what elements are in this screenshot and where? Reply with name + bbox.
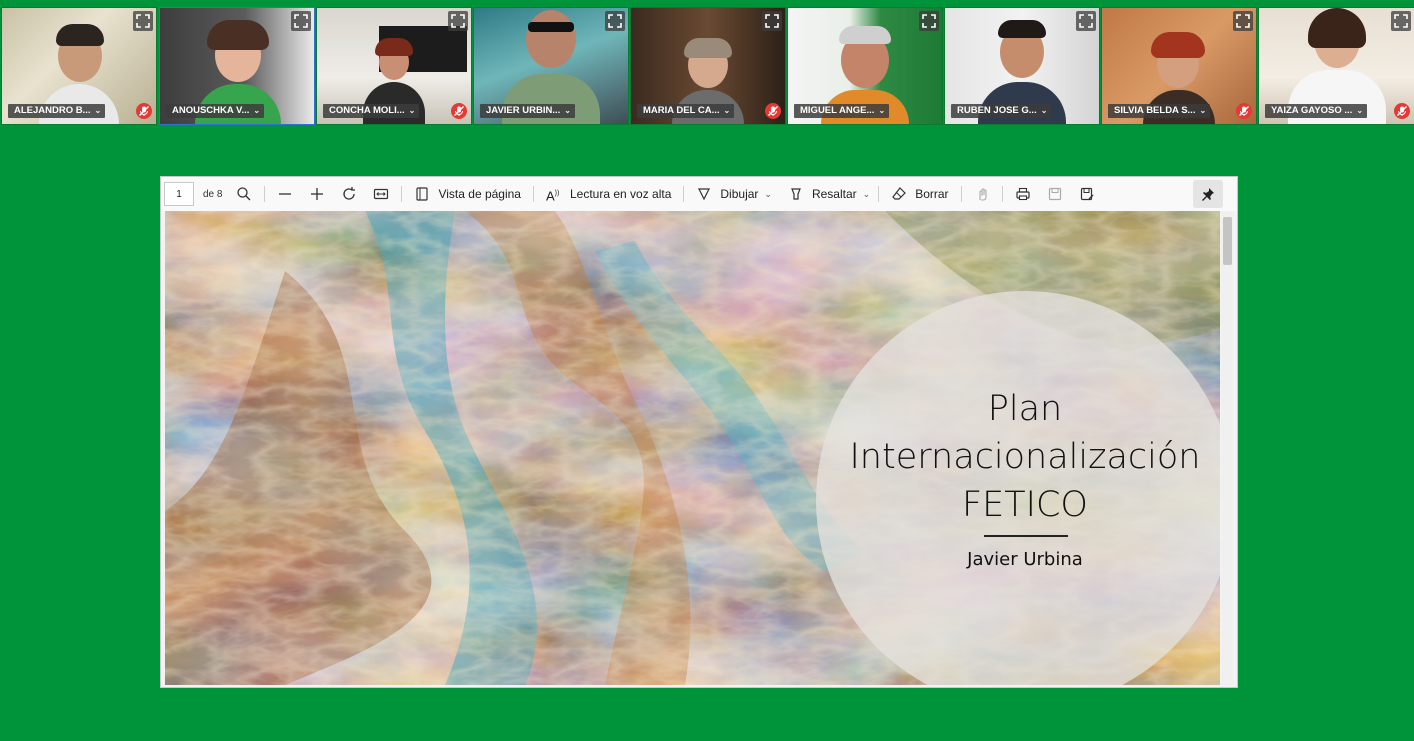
hand-icon xyxy=(978,188,987,201)
chevron-down-icon: ⌄ xyxy=(408,106,416,115)
expand-icon[interactable] xyxy=(291,11,311,31)
chevron-down-icon: ⌄ xyxy=(723,106,731,115)
participant-tile[interactable]: CONCHA MOLI... ⌄ xyxy=(316,7,472,125)
chevron-down-icon: ⌄ xyxy=(1199,106,1207,115)
participant-tile[interactable]: ANOUSCHKA V... ⌄ xyxy=(159,7,315,125)
title-divider xyxy=(984,535,1068,537)
chevron-down-icon: ⌄ xyxy=(1040,106,1048,115)
participant-name[interactable]: CONCHA MOLI... ⌄ xyxy=(323,104,420,118)
page-number-input[interactable]: 1 xyxy=(164,182,194,206)
rotate-button[interactable] xyxy=(333,181,365,207)
participant-tile[interactable]: RUBEN JOSE G... ⌄ xyxy=(944,7,1100,125)
mic-muted-icon xyxy=(765,103,781,119)
participant-tile[interactable]: YAIZA GAYOSO ... ⌄ xyxy=(1258,7,1414,125)
pin-icon xyxy=(1202,188,1214,201)
scrollbar-thumb[interactable] xyxy=(1223,217,1232,265)
eraser-icon xyxy=(892,187,907,200)
chevron-down-icon: ⌄ xyxy=(253,106,261,115)
participant-name[interactable]: MARIA DEL CA... ⌄ xyxy=(637,104,735,118)
fit-width-button[interactable] xyxy=(365,181,397,207)
participant-name[interactable]: RUBEN JOSE G... ⌄ xyxy=(951,104,1052,118)
plus-icon xyxy=(311,188,324,200)
pin-toolbar-button[interactable] xyxy=(1193,180,1223,208)
participant-name[interactable]: ANOUSCHKA V... ⌄ xyxy=(166,104,265,118)
participant-tile[interactable]: ALEJANDRO B... ⌄ xyxy=(1,7,157,125)
chevron-down-icon: ⌄ xyxy=(564,106,571,115)
pdf-page: Plan Internacionalización FETICO Javier … xyxy=(165,211,1220,685)
minus-icon xyxy=(279,193,292,195)
participant-tile[interactable]: MIGUEL ANGE... ⌄ xyxy=(787,7,943,125)
fit-width-icon xyxy=(374,188,389,200)
draw-dropdown-chevron-icon[interactable]: ⌄ xyxy=(764,189,772,200)
expand-icon[interactable] xyxy=(133,11,153,31)
chevron-down-icon: ⌄ xyxy=(878,106,886,115)
print-icon xyxy=(1015,187,1030,201)
expand-icon[interactable] xyxy=(1233,11,1253,31)
expand-icon[interactable] xyxy=(919,11,939,31)
toolbar-divider xyxy=(1001,186,1003,202)
toolbar-divider xyxy=(960,186,962,202)
participant-strip: ALEJANDRO B... ⌄ ANOUSCHKA V... ⌄ CONCHA M… xyxy=(0,7,1414,125)
pdf-toolbar: 1 de 8 Vista de página A)) Lectura en vo… xyxy=(161,177,1237,211)
toolbar-divider xyxy=(264,186,266,202)
participant-name[interactable]: ALEJANDRO B... ⌄ xyxy=(8,104,106,118)
zoom-out-button[interactable] xyxy=(269,181,301,207)
vertical-scrollbar[interactable] xyxy=(1221,211,1233,685)
read-aloud-icon: A)) xyxy=(545,188,560,204)
participant-tile[interactable]: SILVIA BELDA S... ⌄ xyxy=(1101,7,1257,125)
slide-author: Javier Urbina xyxy=(967,549,1083,570)
search-button[interactable] xyxy=(228,181,260,207)
highlighter-icon xyxy=(791,188,801,200)
search-icon xyxy=(237,187,251,201)
slide-title: Plan Internacionalización FETICO xyxy=(849,389,1201,525)
toolbar-divider xyxy=(401,186,403,202)
rotate-icon xyxy=(343,187,356,200)
page-view-button[interactable]: Vista de página xyxy=(406,181,529,207)
touch-write-button[interactable] xyxy=(966,181,998,207)
expand-icon[interactable] xyxy=(1076,11,1096,31)
mic-muted-icon xyxy=(1394,103,1410,119)
toolbar-divider xyxy=(878,186,880,202)
print-button[interactable] xyxy=(1007,181,1039,207)
highlight-dropdown-chevron-icon[interactable]: ⌄ xyxy=(863,189,871,200)
participant-name[interactable]: SILVIA BELDA S... ⌄ xyxy=(1108,104,1211,118)
expand-icon[interactable] xyxy=(1391,11,1411,31)
chevron-down-icon: ⌄ xyxy=(1356,106,1364,115)
chevron-down-icon: ⌄ xyxy=(94,106,102,115)
mic-muted-icon xyxy=(136,103,152,119)
pen-icon xyxy=(698,188,711,201)
participant-name[interactable]: YAIZA GAYOSO ... ⌄ xyxy=(1265,104,1368,118)
save-as-button[interactable] xyxy=(1071,181,1103,207)
mic-muted-icon xyxy=(451,103,467,119)
pdf-viewer: 1 de 8 Vista de página A)) Lectura en vo… xyxy=(160,176,1238,688)
draw-button[interactable]: Dibujar xyxy=(688,181,766,207)
highlight-button[interactable]: Resaltar xyxy=(780,181,865,207)
toolbar-divider xyxy=(532,186,534,202)
read-aloud-button[interactable]: A)) Lectura en voz alta xyxy=(538,181,679,207)
expand-icon[interactable] xyxy=(448,11,468,31)
participant-name[interactable]: JAVIER URBIN... ⌄ xyxy=(480,104,575,118)
zoom-in-button[interactable] xyxy=(301,181,333,207)
participant-name[interactable]: MIGUEL ANGE... ⌄ xyxy=(794,104,890,118)
save-button[interactable] xyxy=(1039,181,1071,207)
mic-muted-icon xyxy=(1236,103,1252,119)
page-total: de 8 xyxy=(203,188,223,200)
participant-tile[interactable]: MARIA DEL CA... ⌄ xyxy=(630,7,786,125)
erase-button[interactable]: Borrar xyxy=(883,181,956,207)
toolbar-divider xyxy=(683,186,685,202)
expand-icon[interactable] xyxy=(605,11,625,31)
save-icon xyxy=(1048,187,1061,201)
expand-icon[interactable] xyxy=(762,11,782,31)
participant-tile[interactable]: JAVIER URBIN... ⌄ xyxy=(473,7,629,125)
save-as-icon xyxy=(1080,187,1094,201)
page-view-icon xyxy=(416,187,429,201)
